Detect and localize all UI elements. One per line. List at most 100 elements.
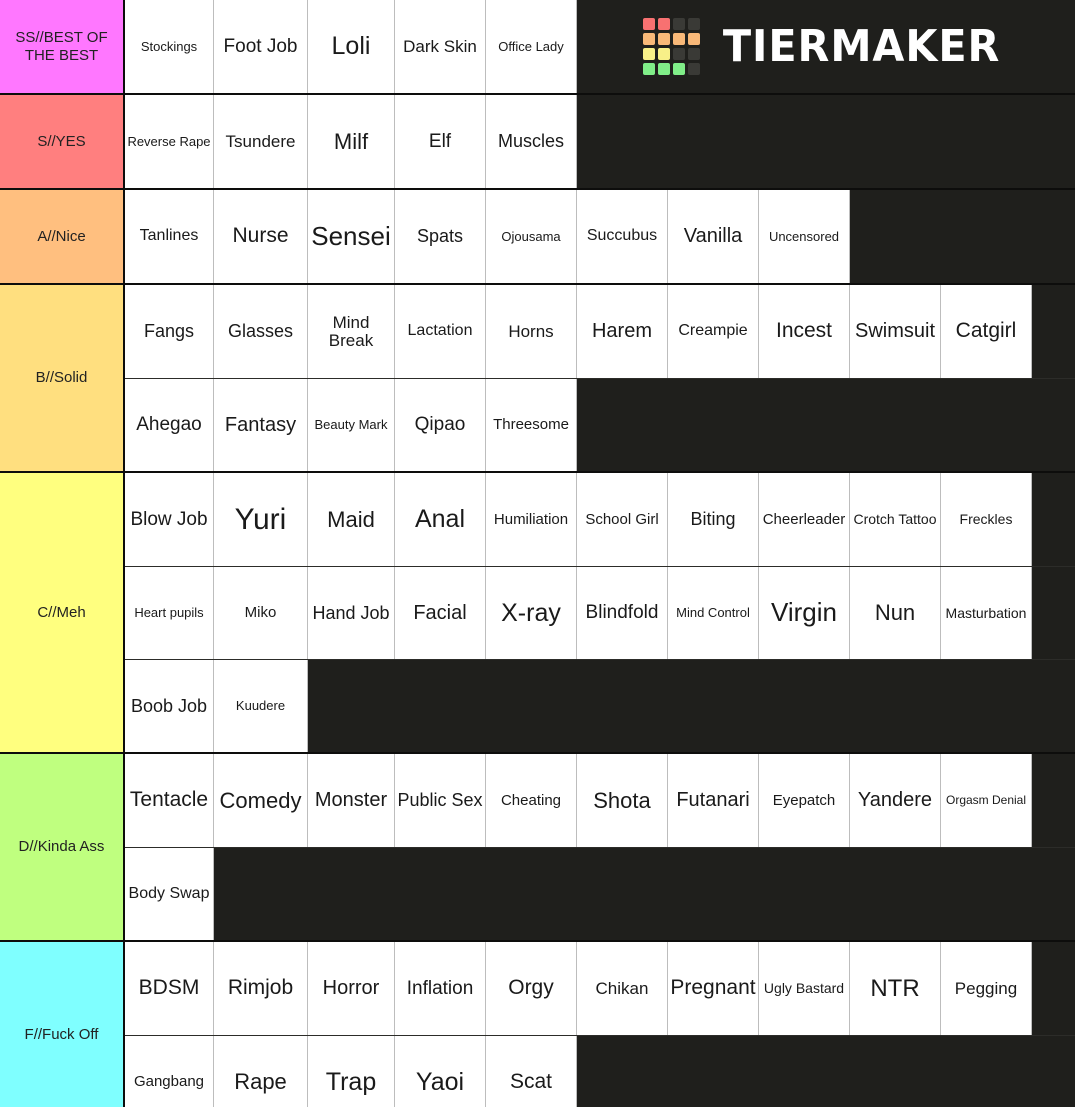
tier-item[interactable]: Virgin (759, 567, 850, 659)
tier-item[interactable]: Masturbation (941, 567, 1032, 659)
tier-label[interactable]: S//YES (0, 95, 125, 188)
tier-items-container[interactable]: Fangs Glasses Mind Break Lactation Horns Hare… (125, 285, 1075, 471)
tier-item[interactable]: Scat (486, 1036, 577, 1107)
tier-label[interactable]: F//Fuck Off (0, 942, 125, 1107)
tier-item[interactable]: Trap (308, 1036, 395, 1107)
tier-item[interactable]: Crotch Tattoo (850, 473, 941, 566)
tier-item[interactable]: Rape (214, 1036, 308, 1107)
tier-item[interactable]: Humiliation (486, 473, 577, 566)
tier-item[interactable]: Threesome (486, 379, 577, 471)
tier-row: D//Kinda Ass Tentacle Comedy Monster Public … (0, 754, 1075, 942)
tier-item[interactable]: Lactation (395, 285, 486, 378)
tier-item[interactable]: BDSM (125, 942, 214, 1035)
tier-item[interactable]: Orgasm Denial (941, 754, 1032, 847)
tier-item[interactable]: Mind Control (668, 567, 759, 659)
tier-item[interactable]: Chikan (577, 942, 668, 1035)
tier-item[interactable]: Rimjob (214, 942, 308, 1035)
tier-item[interactable]: Comedy (214, 754, 308, 847)
tier-item[interactable]: Freckles (941, 473, 1032, 566)
tier-items-container[interactable]: Stockings Foot Job Loli Dark Skin Office Lad… (125, 0, 577, 93)
tier-item[interactable]: Incest (759, 285, 850, 378)
tier-item[interactable]: Horns (486, 285, 577, 378)
tier-item[interactable]: Succubus (577, 190, 668, 283)
tier-item[interactable]: Public Sex (395, 754, 486, 847)
tier-item[interactable]: Harem (577, 285, 668, 378)
tier-item[interactable]: Kuudere (214, 660, 308, 752)
tier-item[interactable]: Gangbang (125, 1036, 214, 1107)
tier-item[interactable]: Yaoi (395, 1036, 486, 1107)
tier-item[interactable]: Reverse Rape (125, 95, 214, 188)
tier-item[interactable]: Yuri (214, 473, 308, 566)
tier-items-container[interactable]: Tanlines Nurse Sensei Spats Ojousama Succubus… (125, 190, 1075, 283)
tier-item[interactable]: NTR (850, 942, 941, 1035)
tier-item[interactable]: School Girl (577, 473, 668, 566)
tier-item[interactable]: Hand Job (308, 567, 395, 659)
tier-item[interactable]: Uncensored (759, 190, 850, 283)
tier-item[interactable]: Orgy (486, 942, 577, 1035)
tier-item[interactable]: Body Swap (125, 848, 214, 940)
tier-item[interactable]: Miko (214, 567, 308, 659)
tier-item[interactable]: Tanlines (125, 190, 214, 283)
tier-item[interactable]: X-ray (486, 567, 577, 659)
tier-item[interactable]: Futanari (668, 754, 759, 847)
tier-item[interactable]: Biting (668, 473, 759, 566)
tier-item[interactable]: Dark Skin (395, 0, 486, 93)
tier-item[interactable]: Elf (395, 95, 486, 188)
tier-items-container[interactable]: BDSM Rimjob Horror Inflation Orgy Chikan Pregn… (125, 942, 1075, 1107)
tier-item[interactable]: Boob Job (125, 660, 214, 752)
tier-item[interactable]: Glasses (214, 285, 308, 378)
tier-item[interactable]: Stockings (125, 0, 214, 93)
tier-items-container[interactable]: Blow Job Yuri Maid Anal Humiliation School Gi… (125, 473, 1075, 752)
tier-item[interactable]: Horror (308, 942, 395, 1035)
tier-item[interactable]: Monster (308, 754, 395, 847)
tier-item[interactable]: Ahegao (125, 379, 214, 471)
tier-item[interactable]: Cheerleader (759, 473, 850, 566)
tier-item[interactable]: Shota (577, 754, 668, 847)
tier-item[interactable]: Mind Break (308, 285, 395, 378)
tier-item-line: Gangbang Rape Trap Yaoi Scat (125, 1035, 1075, 1107)
tier-item[interactable]: Fangs (125, 285, 214, 378)
tier-item-line: Tentacle Comedy Monster Public Sex Cheating S… (125, 754, 1075, 847)
tier-items-container[interactable]: Tentacle Comedy Monster Public Sex Cheating S… (125, 754, 1075, 940)
tier-label[interactable]: D//Kinda Ass (0, 754, 125, 940)
tier-row: B//Solid Fangs Glasses Mind Break Lactation H… (0, 285, 1075, 473)
tier-item[interactable]: Blindfold (577, 567, 668, 659)
tier-item[interactable]: Tentacle (125, 754, 214, 847)
tier-item[interactable]: Maid (308, 473, 395, 566)
tier-label[interactable]: C//Meh (0, 473, 125, 752)
tier-items-container[interactable]: Reverse Rape Tsundere Milf Elf Muscles (125, 95, 1075, 188)
tier-item[interactable]: Inflation (395, 942, 486, 1035)
tier-item[interactable]: Facial (395, 567, 486, 659)
tier-item[interactable]: Fantasy (214, 379, 308, 471)
tier-item[interactable]: Qipao (395, 379, 486, 471)
tier-item[interactable]: Ojousama (486, 190, 577, 283)
tier-item[interactable]: Swimsuit (850, 285, 941, 378)
tier-item[interactable]: Tsundere (214, 95, 308, 188)
tier-item[interactable]: Cheating (486, 754, 577, 847)
tier-item[interactable]: Heart pupils (125, 567, 214, 659)
tier-label[interactable]: B//Solid (0, 285, 125, 471)
tier-item[interactable]: Nurse (214, 190, 308, 283)
tier-item[interactable]: Ugly Bastard (759, 942, 850, 1035)
tier-item[interactable]: Vanilla (668, 190, 759, 283)
tier-label[interactable]: A//Nice (0, 190, 125, 283)
tier-item[interactable]: Anal (395, 473, 486, 566)
tier-item-line: Blow Job Yuri Maid Anal Humiliation School Gi… (125, 473, 1075, 566)
tier-item[interactable]: Yandere (850, 754, 941, 847)
tier-item[interactable]: Creampie (668, 285, 759, 378)
tier-item[interactable]: Nun (850, 567, 941, 659)
tier-item[interactable]: Spats (395, 190, 486, 283)
tier-item[interactable]: Blow Job (125, 473, 214, 566)
tier-item[interactable]: Catgirl (941, 285, 1032, 378)
tier-item[interactable]: Pegging (941, 942, 1032, 1035)
tier-item[interactable]: Loli (308, 0, 395, 93)
tier-item[interactable]: Eyepatch (759, 754, 850, 847)
tier-item[interactable]: Sensei (308, 190, 395, 283)
tier-item[interactable]: Muscles (486, 95, 577, 188)
tier-item[interactable]: Pregnant (668, 942, 759, 1035)
tier-item[interactable]: Beauty Mark (308, 379, 395, 471)
tier-label[interactable]: SS//BEST OF THE BEST (0, 0, 125, 93)
tier-item[interactable]: Office Lady (486, 0, 577, 93)
tier-item[interactable]: Milf (308, 95, 395, 188)
tier-item[interactable]: Foot Job (214, 0, 308, 93)
